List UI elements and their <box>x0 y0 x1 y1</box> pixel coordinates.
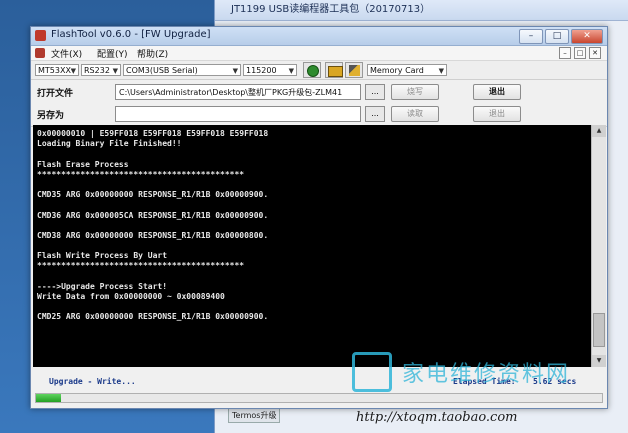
background-taskbar-label[interactable]: Termos升级 <box>228 408 281 423</box>
tool-button[interactable] <box>345 62 363 78</box>
scroll-down-icon[interactable]: ▼ <box>592 355 606 367</box>
chevron-down-icon: ▼ <box>232 67 238 75</box>
open-file-path-input[interactable]: C:\Users\Administrator\Desktop\整机厂PKG升级包… <box>115 84 361 100</box>
console-line: ****************************************… <box>37 169 245 179</box>
chip-select-value: MT53XX <box>38 66 71 75</box>
connect-button[interactable] <box>303 62 321 78</box>
menu-bar: 文件(X) 配置(Y) 帮助(Z) – □ ✕ <box>31 46 607 61</box>
interface-select-value: RS232 <box>84 66 110 75</box>
console-line: Loading Binary File Finished!! <box>37 139 182 149</box>
minimize-button[interactable]: – <box>519 29 543 44</box>
chip-icon <box>328 66 343 77</box>
tool-icon <box>349 65 360 76</box>
file-panel: 打开文件 C:\Users\Administrator\Desktop\整机厂P… <box>31 80 607 127</box>
console-line: CMD35 ARG 0x00000000 RESPONSE_R1/R1B 0x0… <box>37 190 269 200</box>
status-text: Upgrade - Write... <box>49 377 136 386</box>
save-as-label: 另存为 <box>37 111 65 121</box>
watermark-logo-icon <box>352 352 392 392</box>
toolbar: MT53XX ▼ RS232 ▼ COM3(USB Serial) ▼ 115200 ▼… <box>31 61 607 80</box>
chip-button[interactable] <box>325 62 343 78</box>
read-button[interactable]: 读取 <box>391 106 439 122</box>
child-minimize-button[interactable]: – <box>559 47 571 59</box>
chevron-down-icon: ▼ <box>288 67 294 75</box>
menu-help[interactable]: 帮助(Z) <box>137 47 168 60</box>
scrollbar-thumb[interactable] <box>593 313 605 347</box>
chevron-down-icon: ▼ <box>70 67 76 75</box>
storage-select-value: Memory Card <box>370 66 424 75</box>
baud-select[interactable]: 115200 ▼ <box>243 64 297 76</box>
saveas-browse-button[interactable]: ... <box>365 106 385 122</box>
baud-select-value: 115200 <box>246 66 277 75</box>
console-line: ---->Upgrade Process Start! <box>37 281 168 291</box>
console-line: Flash Write Process By Uart <box>37 251 168 261</box>
close-button[interactable]: ✕ <box>571 29 603 44</box>
window-title: FlashTool v0.6.0 - [FW Upgrade] <box>51 29 211 40</box>
storage-select[interactable]: Memory Card ▼ <box>367 64 447 76</box>
connect-icon <box>307 65 319 77</box>
burn-button[interactable]: 烧写 <box>391 84 439 100</box>
port-select-value: COM3(USB Serial) <box>126 66 198 75</box>
chevron-down-icon: ▼ <box>112 67 118 75</box>
document-icon <box>35 48 45 58</box>
console-scrollbar[interactable]: ▲ ▼ <box>591 125 606 367</box>
child-restore-button[interactable]: □ <box>574 47 586 59</box>
maximize-button[interactable]: □ <box>545 29 569 44</box>
child-close-button[interactable]: ✕ <box>589 47 601 59</box>
console-line: CMD25 ARG 0x00000000 RESPONSE_R1/R1B 0x0… <box>37 312 269 322</box>
console-line: Write Data from 0x00000000 ~ 0x00089400 <box>37 292 225 301</box>
interface-select[interactable]: RS232 ▼ <box>81 64 121 76</box>
console-line: CMD36 ARG 0x000005CA RESPONSE_R1/R1B 0x0… <box>37 210 269 220</box>
open-browse-button[interactable]: ... <box>365 84 385 100</box>
open-file-label: 打开文件 <box>37 89 74 99</box>
menu-config[interactable]: 配置(Y) <box>97 47 128 60</box>
window-titlebar[interactable]: FlashTool v0.6.0 - [FW Upgrade] – □ ✕ <box>31 27 607 46</box>
scroll-up-icon[interactable]: ▲ <box>592 125 606 137</box>
port-select[interactable]: COM3(USB Serial) ▼ <box>123 64 241 76</box>
chip-select[interactable]: MT53XX ▼ <box>35 64 79 76</box>
exit-secondary-button[interactable]: 退出 <box>473 106 521 122</box>
menu-file[interactable]: 文件(X) <box>51 47 82 60</box>
console-line: CMD38 ARG 0x00000000 RESPONSE_R1/R1B 0x0… <box>37 230 269 240</box>
upgrade-progress-bar <box>35 393 603 403</box>
background-window-title: JT1199 USB读编程器工具包（20170713） <box>215 0 628 21</box>
exit-button[interactable]: 退出 <box>473 84 521 100</box>
watermark-url: http://xtoqm.taobao.com <box>356 410 518 425</box>
flashtool-window: FlashTool v0.6.0 - [FW Upgrade] – □ ✕ 文件… <box>30 26 608 409</box>
log-console[interactable]: 0x00000010 | E59FF018 E59FF018 E59FF018 … <box>33 125 591 367</box>
progress-fill <box>36 394 62 402</box>
save-as-path-input[interactable] <box>115 106 361 122</box>
watermark-text: 家电维修资料网 <box>402 362 571 387</box>
chevron-down-icon: ▼ <box>438 67 444 75</box>
app-icon <box>35 30 46 41</box>
console-line: 0x00000010 | E59FF018 E59FF018 E59FF018 … <box>37 129 269 138</box>
console-line: ****************************************… <box>37 261 245 271</box>
console-line: Flash Erase Process <box>37 159 129 169</box>
